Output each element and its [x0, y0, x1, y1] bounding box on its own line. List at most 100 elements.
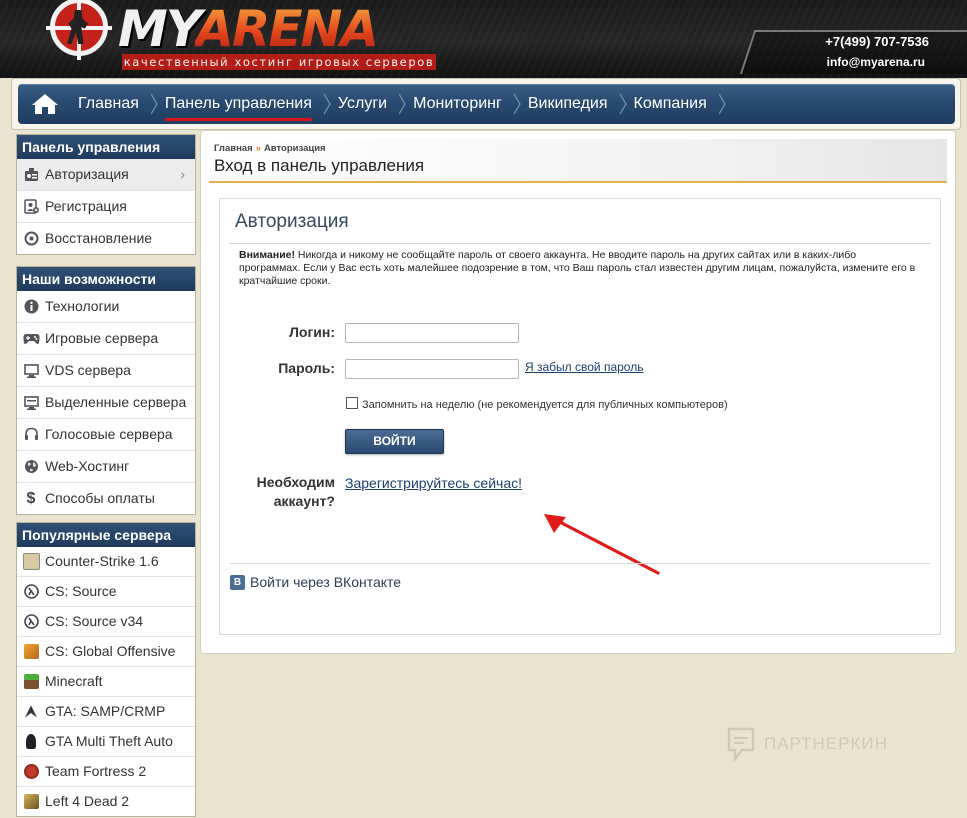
monitor-icon: [17, 363, 45, 378]
page-header: Главная» Авторизация Вход в панель управл…: [209, 139, 947, 183]
sidebar-popular-title: Популярные сервера: [17, 523, 195, 547]
minecraft-icon: [17, 674, 45, 689]
home-icon-svg: [32, 94, 58, 114]
sidebar-item-label: Регистрация: [45, 198, 127, 214]
nav-item-wiki[interactable]: Википедия: [522, 84, 618, 124]
headset-icon: [17, 427, 45, 442]
nav-item-label: Главная: [78, 95, 139, 112]
sidebar-item-label: Игровые сервера: [45, 330, 159, 346]
sidebar-panel-title: Панель управления: [17, 135, 195, 159]
sidebar-item-game-servers[interactable]: Игровые сервера: [17, 323, 195, 355]
nav-item-company[interactable]: Компания: [628, 84, 717, 124]
breadcrumb-current: Авторизация: [263, 143, 326, 154]
sidebar-item-web-hosting[interactable]: Web-Хостинг: [17, 451, 195, 483]
vk-login-link[interactable]: B Войти через ВКонтакте: [230, 574, 401, 590]
sidebar-item-label: CS: Source v34: [45, 613, 144, 629]
watermark-text: ПАРТНЕРКИН: [764, 734, 888, 753]
breadcrumb-home[interactable]: Главная: [214, 143, 253, 154]
login-input[interactable]: [345, 323, 519, 343]
logo-tagline: качественный хостинг игровых серверов: [122, 54, 436, 70]
remember-checkbox[interactable]: [346, 397, 358, 409]
sidebar-item-technologies[interactable]: Технологии: [17, 291, 195, 323]
samp-icon: [17, 704, 45, 719]
sidebar-item-label: Left 4 Dead 2: [45, 793, 130, 809]
sidebar-item-label: Minecraft: [45, 673, 103, 689]
sidebar-popular-box: Популярные сервера Counter-Strike 1.6 CS…: [16, 522, 196, 817]
sidebar-item-label: Web-Хостинг: [45, 458, 130, 474]
sidebar-item-vds[interactable]: VDS сервера: [17, 355, 195, 387]
auth-title: Авторизация: [235, 211, 349, 232]
globe-icon: [17, 459, 45, 474]
sidebar-item-label: Способы оплаты: [45, 490, 155, 506]
csgo-icon: [17, 644, 45, 659]
nav-item-home[interactable]: Главная: [72, 84, 149, 124]
sidebar-item-csgo[interactable]: CS: Global Offensive: [17, 637, 195, 667]
chevron-right-icon: [512, 84, 522, 124]
email-link[interactable]: info@myarena.ru: [827, 55, 925, 69]
sidebar-item-css34[interactable]: CS: Source v34: [17, 607, 195, 637]
divider: [230, 563, 930, 564]
sidebar-item-cs16[interactable]: Counter-Strike 1.6: [17, 547, 195, 577]
chevron-right-icon: [322, 84, 332, 124]
sidebar-item-samp[interactable]: GTA: SAMP/CRMP: [17, 697, 195, 727]
l4d2-icon: [17, 794, 45, 809]
sidebar-item-tf2[interactable]: Team Fortress 2: [17, 757, 195, 787]
home-icon[interactable]: [18, 84, 72, 124]
sidebar-item-payment[interactable]: $ Способы оплаты: [17, 483, 195, 514]
forgot-password-link[interactable]: Я забыл свой пароль: [525, 360, 643, 374]
chevron-right-icon: ›: [180, 166, 185, 182]
nav-item-label: Компания: [633, 95, 707, 112]
warning-bold: Внимание!: [239, 249, 295, 261]
nav-item-label: Панель управления: [159, 95, 322, 121]
cs16-icon: [17, 553, 45, 570]
sidebar-item-label: Выделенные сервера: [45, 394, 187, 410]
logo-text: MYARENA: [118, 2, 379, 56]
password-input[interactable]: [345, 359, 519, 379]
css-icon: [17, 584, 45, 599]
sidebar-item-dedicated[interactable]: Выделенные сервера: [17, 387, 195, 419]
sidebar-features-title: Наши возможности: [17, 267, 195, 291]
sidebar-item-register[interactable]: Регистрация: [17, 191, 195, 223]
nav-item-services[interactable]: Услуги: [332, 84, 397, 124]
sidebar-item-auth[interactable]: Авторизация ›: [17, 159, 195, 191]
chevron-right-icon: [717, 84, 727, 124]
sidebar-item-css[interactable]: CS: Source: [17, 577, 195, 607]
auth-panel: Авторизация Внимание! Никогда и никому н…: [219, 198, 941, 635]
main-nav: Главная Панель управления Услуги Монитор…: [18, 84, 955, 124]
chevron-right-icon: [618, 84, 628, 124]
sidebar-item-minecraft[interactable]: Minecraft: [17, 667, 195, 697]
tf2-icon: [17, 764, 45, 779]
sidebar-item-l4d2[interactable]: Left 4 Dead 2: [17, 787, 195, 816]
login-button[interactable]: ВОЙТИ: [345, 429, 444, 454]
nav-item-control-panel[interactable]: Панель управления: [159, 84, 322, 124]
register-now-link[interactable]: Зарегистрируйтесь сейчас!: [345, 475, 522, 491]
red-arrow-annotation: [544, 514, 660, 575]
sidebar-item-label: Авторизация: [45, 166, 129, 182]
phone-number: +7(499) 707-7536: [825, 34, 929, 49]
sidebar-item-restore[interactable]: Восстановление: [17, 223, 195, 254]
sidebar-panel-box: Панель управления Авторизация › Регистра…: [16, 134, 196, 255]
sidebar-item-label: VDS сервера: [45, 362, 131, 378]
divider: [230, 243, 930, 244]
sidebar-item-label: CS: Source: [45, 583, 117, 599]
nav-item-label: Википедия: [527, 95, 608, 112]
sidebar-item-label: Голосовые сервера: [45, 426, 173, 442]
site-header: MYARENA качественный хостинг игровых сер…: [0, 0, 967, 78]
sidebar-item-mta[interactable]: GTA Multi Theft Auto: [17, 727, 195, 757]
css34-icon: [17, 614, 45, 629]
restore-icon: [17, 231, 45, 246]
sidebar-features-box: Наши возможности Технологии Игровые серв…: [16, 266, 196, 515]
sidebar-item-label: GTA: SAMP/CRMP: [45, 703, 166, 719]
login-label: Логин:: [289, 324, 335, 340]
sidebar-item-voice[interactable]: Голосовые сервера: [17, 419, 195, 451]
warning-text: Никогда и никому не сообщайте пароль от …: [239, 249, 916, 287]
gamepad-icon: [17, 333, 45, 345]
chevron-right-icon: [149, 84, 159, 124]
user-add-icon: [17, 199, 45, 214]
remember-label: Запомнить на неделю (не рекомендуется дл…: [362, 399, 728, 411]
page-title: Вход в панель управления: [214, 156, 425, 175]
vk-login-label: Войти через ВКонтакте: [250, 574, 402, 590]
info-icon: [17, 299, 45, 314]
watermark: ПАРТНЕРКИН: [726, 726, 888, 762]
nav-item-monitoring[interactable]: Мониторинг: [407, 84, 512, 124]
